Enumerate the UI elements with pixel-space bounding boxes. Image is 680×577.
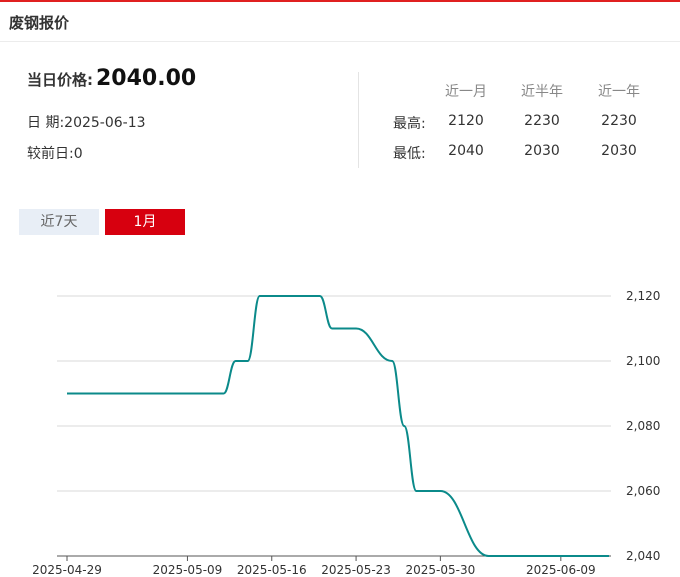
y-tick-label: 2,040 [626, 549, 660, 563]
y-tick-label: 2,120 [626, 289, 660, 303]
x-tick-label: 2025-06-09 [526, 563, 596, 577]
x-tick-label: 2025-05-23 [321, 563, 391, 577]
y-tick-label: 2,080 [626, 419, 660, 433]
x-tick-label: 2025-05-09 [153, 563, 223, 577]
y-tick-label: 2,100 [626, 354, 660, 368]
price-line-chart: 2,040 2,060 2,080 2,100 2,120 2025-04-29 2025-… [32, 289, 660, 577]
x-tick-label: 2025-05-16 [237, 563, 307, 577]
x-tick-label: 2025-05-30 [406, 563, 476, 577]
y-tick-label: 2,060 [626, 484, 660, 498]
x-tick-label: 2025-04-29 [32, 563, 102, 577]
